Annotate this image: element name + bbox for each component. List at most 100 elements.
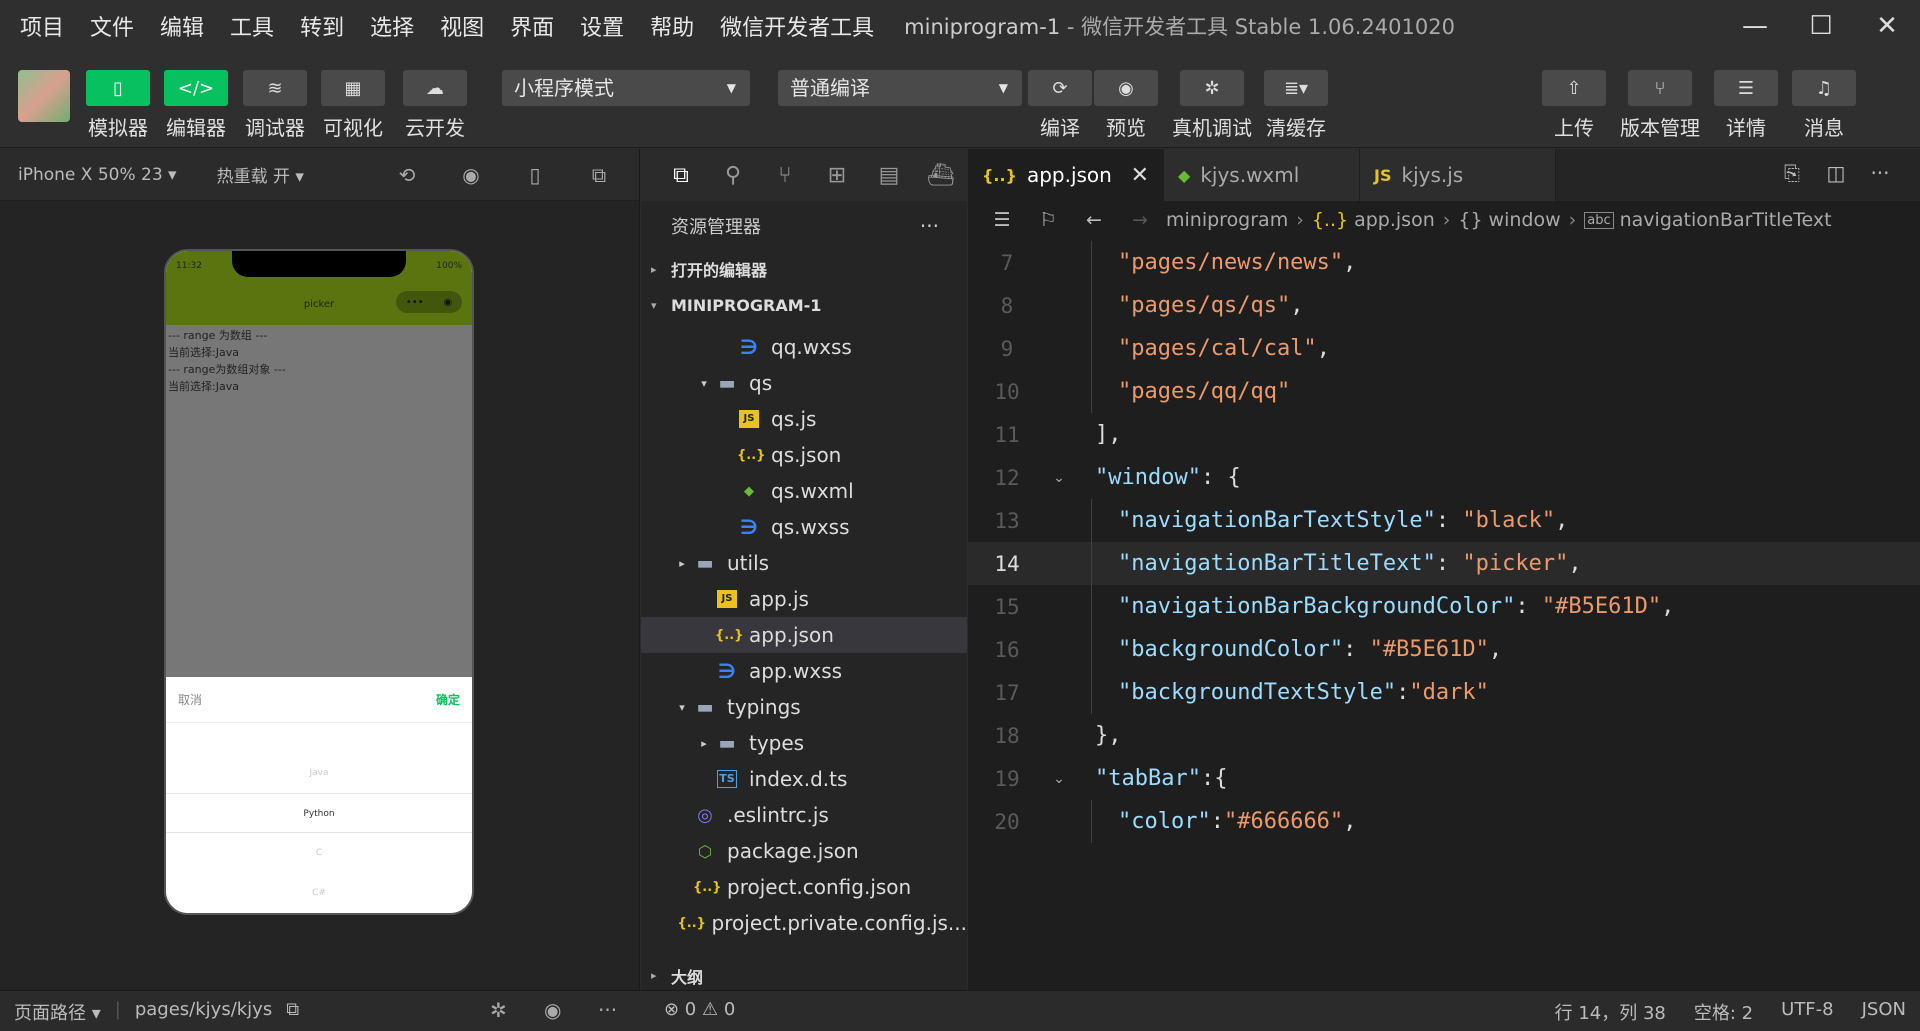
clear-cache-button[interactable]: ≣▾ 清缓存 [1264, 70, 1328, 141]
version-button[interactable]: ⑂ 版本管理 [1620, 70, 1700, 141]
docker-icon[interactable]: ⛴ [915, 163, 967, 188]
menu-item[interactable]: 帮助 [650, 10, 694, 42]
eye-icon[interactable]: ◉ [544, 998, 561, 1022]
menu-item[interactable]: 文件 [90, 10, 134, 42]
editor-tab[interactable]: {..} app.json ✕ [968, 149, 1164, 201]
file-tree-item[interactable]: ∋ qs.wxss [641, 509, 967, 545]
visual-button[interactable]: ▦ 可视化 [321, 70, 385, 141]
breadcrumb-item[interactable]: app.json [1354, 209, 1435, 231]
copy-icon[interactable]: ⧉ [286, 999, 299, 1025]
file-tree-item[interactable]: ◎ .eslintrc.js [641, 797, 967, 833]
rotate-icon[interactable]: ⟲ [387, 163, 427, 187]
code-area[interactable]: 7 "pages/news/news", 8 "pages/qs/qs", 9 "page… [968, 241, 1920, 990]
editor-button[interactable]: </> 编辑器 [164, 70, 228, 141]
capsule-button[interactable]: ••• ◉ [396, 291, 462, 313]
popout-icon[interactable]: ⧉ [579, 163, 619, 187]
compile-mode-select[interactable]: 普通编译 ▼ [778, 70, 1022, 106]
code-token: "pages/news/news" [1118, 250, 1344, 275]
project-section[interactable]: ▾ MINIPROGRAM-1 [641, 287, 967, 323]
open-file-icon[interactable]: ⎘ [1770, 161, 1814, 185]
page-path-select[interactable]: 页面路径 ▾ [14, 999, 101, 1025]
minimize-icon[interactable]: — [1722, 0, 1788, 52]
storage-icon[interactable]: ▤ [863, 163, 915, 188]
editor-tab[interactable]: JS kjys.js [1360, 149, 1556, 201]
menu-item[interactable]: 界面 [510, 10, 554, 42]
language-mode[interactable]: JSON [1862, 999, 1906, 1025]
file-tree-item[interactable]: ◆ qs.wxml [641, 473, 967, 509]
menu-item[interactable]: 项目 [20, 10, 64, 42]
simulator-button[interactable]: ▯ 模拟器 [86, 70, 150, 141]
device-select[interactable]: iPhone X 50% 23 ▾ [18, 165, 177, 185]
menu-item[interactable]: 编辑 [160, 10, 204, 42]
upload-button[interactable]: ⇧ 上传 [1542, 70, 1606, 141]
file-tree-item[interactable]: ▾ ▬ qs [641, 365, 967, 401]
details-button[interactable]: ☰ 详情 [1714, 70, 1778, 141]
breadcrumb-item[interactable]: window [1489, 209, 1561, 231]
file-tree-item[interactable]: ▾ ▬ typings [641, 689, 967, 725]
file-tree-item[interactable]: JS qs.js [641, 401, 967, 437]
fold-icon[interactable]: ⌄ [1046, 771, 1072, 787]
hot-reload-select[interactable]: 热重载 开 ▾ [217, 162, 304, 187]
file-tree-item[interactable]: ▸ ▬ types [641, 725, 967, 761]
file-tree-item[interactable]: {..} project.private.config.js... [641, 905, 967, 941]
menu-item[interactable]: 工具 [230, 10, 274, 42]
maximize-icon[interactable]: ☐ [1788, 0, 1854, 52]
picker-cancel[interactable]: 取消 [178, 691, 202, 708]
picker-option[interactable]: C [166, 833, 472, 873]
split-editor-icon[interactable]: ◫ [1814, 161, 1858, 185]
file-tree-item[interactable]: ▸ ▬ utils [641, 545, 967, 581]
indent-setting[interactable]: 空格: 2 [1694, 999, 1753, 1025]
bug-icon[interactable]: ✲ [490, 998, 507, 1022]
mode-select[interactable]: 小程序模式 ▼ [502, 70, 750, 106]
avatar[interactable] [18, 70, 70, 122]
breadcrumb-item[interactable]: miniprogram [1166, 209, 1288, 231]
menu-item[interactable]: 转到 [300, 10, 344, 42]
search-icon[interactable]: ⚲ [707, 163, 759, 188]
picker-confirm[interactable]: 确定 [436, 691, 460, 708]
real-debug-button[interactable]: ✲ 真机调试 [1172, 70, 1252, 141]
device-icon[interactable]: ▯ [515, 163, 555, 187]
messages-button[interactable]: ♫ 消息 [1792, 70, 1856, 141]
bookmark-icon[interactable]: ⚐ [1028, 209, 1068, 231]
debugger-button[interactable]: ≋ 调试器 [243, 70, 307, 141]
js-file-icon: JS [717, 590, 737, 608]
extensions-icon[interactable]: ⊞ [811, 163, 863, 188]
menu-item[interactable]: 微信开发者工具 [720, 10, 874, 42]
more-icon[interactable]: ··· [598, 998, 617, 1022]
close-tab-icon[interactable]: ✕ [1131, 163, 1149, 188]
back-icon[interactable]: ← [1074, 209, 1114, 231]
fold-icon[interactable]: ⌄ [1046, 470, 1072, 486]
cloud-button[interactable]: ☁ 云开发 [403, 70, 467, 141]
source-control-icon[interactable]: ⑂ [759, 163, 811, 188]
files-icon[interactable]: ⧉ [655, 163, 707, 188]
encoding[interactable]: UTF-8 [1781, 999, 1833, 1025]
file-tree-item[interactable]: JS app.js [641, 581, 967, 617]
file-tree-item[interactable]: ∋ app.wxss [641, 653, 967, 689]
file-tree-item[interactable]: {..} qs.json [641, 437, 967, 473]
file-tree-item[interactable]: ⬡ package.json [641, 833, 967, 869]
file-tree-item[interactable]: ∋ qq.wxss [641, 329, 967, 365]
more-icon[interactable]: ··· [920, 214, 939, 238]
menu-item[interactable]: 选择 [370, 10, 414, 42]
menu-item[interactable]: 设置 [580, 10, 624, 42]
picker-option[interactable]: C# [166, 873, 472, 913]
problems-indicator[interactable]: ⊗ 0 ⚠ 0 [664, 999, 735, 1020]
file-tree-item[interactable]: {..} project.config.json [641, 869, 967, 905]
editor-tab[interactable]: ◆ kjys.wxml [1164, 149, 1360, 201]
close-window-icon[interactable]: ✕ [1854, 0, 1920, 52]
breadcrumb-item[interactable]: navigationBarTitleText [1620, 209, 1832, 231]
open-editors-section[interactable]: ▸ 打开的编辑器 [641, 251, 967, 287]
stop-icon[interactable]: ◉ [451, 163, 491, 187]
menu-item[interactable]: 视图 [440, 10, 484, 42]
picker-option[interactable]: Java [166, 753, 472, 793]
file-tree-item[interactable]: {..} app.json [641, 617, 967, 653]
more-icon[interactable]: ··· [1858, 161, 1902, 185]
compile-button[interactable]: ⟳ 编译 [1028, 70, 1092, 141]
preview-button[interactable]: ◉ 预览 [1094, 70, 1158, 141]
file-tree-item[interactable]: TS index.d.ts [641, 761, 967, 797]
picker-option-selected[interactable]: Python [166, 793, 472, 833]
forward-icon[interactable]: → [1120, 209, 1160, 231]
outline-section[interactable]: ▸ 大纲 [641, 961, 967, 990]
list-icon[interactable]: ☰ [982, 209, 1022, 231]
cursor-position[interactable]: 行 14，列 38 [1555, 999, 1666, 1025]
